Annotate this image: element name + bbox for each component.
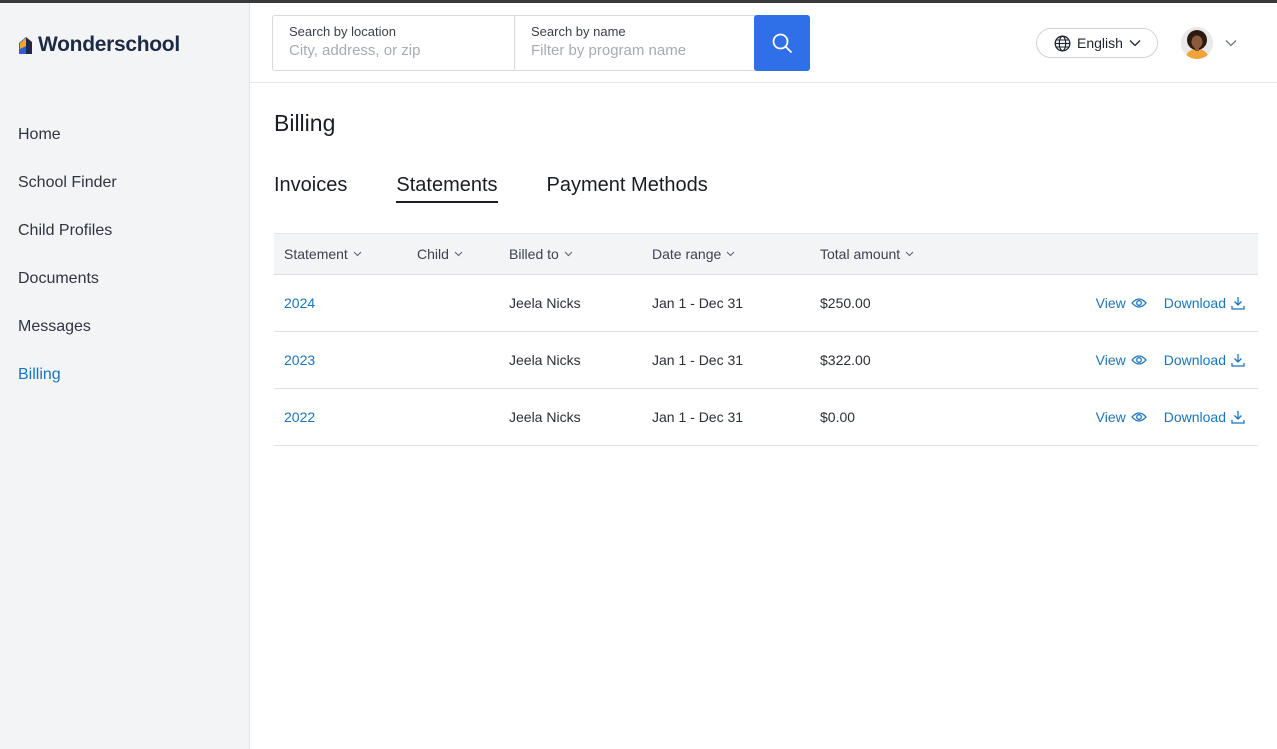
download-icon <box>1231 354 1245 367</box>
eye-icon <box>1130 355 1147 365</box>
statement-link[interactable]: 2024 <box>284 295 315 311</box>
avatar <box>1181 27 1213 59</box>
view-label: View <box>1095 295 1126 311</box>
sidebar-nav: Home School Finder Child Profiles Docume… <box>18 125 117 413</box>
view-label: View <box>1095 409 1126 425</box>
date-range-cell: Jan 1 - Dec 31 <box>652 295 744 311</box>
download-icon <box>1231 297 1245 310</box>
search-icon <box>772 33 792 53</box>
download-icon <box>1231 411 1245 424</box>
globe-icon <box>1054 35 1071 51</box>
top-header: Search by location Search by name Englis… <box>250 3 1277 83</box>
logo-text: Wonderschool <box>38 33 180 56</box>
language-label: English <box>1077 35 1123 51</box>
sidebar-item-child-profiles[interactable]: Child Profiles <box>18 221 117 269</box>
page-title: Billing <box>274 110 336 136</box>
chevron-down-icon <box>905 251 914 257</box>
download-label: Download <box>1163 409 1226 425</box>
download-button[interactable]: Download <box>1164 409 1245 425</box>
chevron-down-icon <box>1225 40 1237 47</box>
view-label: View <box>1095 352 1126 368</box>
sidebar: Wonderschool Home School Finder Child Pr… <box>0 3 250 749</box>
tab-invoices[interactable]: Invoices <box>274 173 347 203</box>
statement-link[interactable]: 2022 <box>284 409 315 425</box>
location-search: Search by location <box>273 16 514 70</box>
date-range-cell: Jan 1 - Dec 31 <box>652 352 744 368</box>
column-header-date-range[interactable]: Date range <box>652 246 820 262</box>
column-label: Date range <box>652 246 722 262</box>
name-search-input[interactable] <box>531 42 739 59</box>
chevron-down-icon <box>564 251 573 257</box>
table-row: 2024 Jeela Nicks Jan 1 - Dec 31 $250.00 … <box>274 275 1258 332</box>
name-search: Search by name <box>514 16 755 70</box>
column-header-statement[interactable]: Statement <box>274 246 417 262</box>
total-amount-cell: $250.00 <box>820 295 871 311</box>
location-search-label: Search by location <box>289 24 396 39</box>
column-header-billed-to[interactable]: Billed to <box>509 246 652 262</box>
table-header: Statement Child Billed to Date range Tot… <box>274 233 1258 275</box>
table-row: 2022 Jeela Nicks Jan 1 - Dec 31 $0.00 Vi… <box>274 389 1258 446</box>
billing-tabs: Invoices Statements Payment Methods <box>274 173 757 203</box>
statements-table: Statement Child Billed to Date range Tot… <box>274 233 1258 446</box>
download-button[interactable]: Download <box>1164 352 1245 368</box>
column-label: Billed to <box>509 246 559 262</box>
billed-to-cell: Jeela Nicks <box>509 295 581 311</box>
avatar-image <box>1181 27 1213 59</box>
sidebar-item-billing[interactable]: Billing <box>18 365 117 413</box>
sidebar-item-home[interactable]: Home <box>18 125 117 173</box>
eye-icon <box>1130 412 1147 422</box>
logo[interactable]: Wonderschool <box>18 33 180 57</box>
billed-to-cell: Jeela Nicks <box>509 409 581 425</box>
column-label: Child <box>417 246 449 262</box>
total-amount-cell: $0.00 <box>820 409 856 425</box>
table-row: 2023 Jeela Nicks Jan 1 - Dec 31 $322.00 … <box>274 332 1258 389</box>
chevron-down-icon <box>1129 40 1141 47</box>
sidebar-item-school-finder[interactable]: School Finder <box>18 173 117 221</box>
column-header-child[interactable]: Child <box>417 246 509 262</box>
name-search-label: Search by name <box>531 24 626 39</box>
chevron-down-icon <box>726 251 735 257</box>
search-button[interactable] <box>754 15 810 71</box>
chevron-down-icon <box>353 251 362 257</box>
search-bar: Search by location Search by name <box>272 15 810 71</box>
download-label: Download <box>1163 352 1226 368</box>
sidebar-item-documents[interactable]: Documents <box>18 269 117 317</box>
profile-menu[interactable] <box>1181 27 1237 59</box>
tab-statements[interactable]: Statements <box>396 173 498 203</box>
column-header-total-amount[interactable]: Total amount <box>820 246 970 262</box>
column-label: Statement <box>284 246 348 262</box>
date-range-cell: Jan 1 - Dec 31 <box>652 409 744 425</box>
view-button[interactable]: View <box>1096 295 1147 311</box>
logo-mark-icon <box>19 37 32 54</box>
billed-to-cell: Jeela Nicks <box>509 352 581 368</box>
location-search-input[interactable] <box>289 42 498 59</box>
view-button[interactable]: View <box>1096 352 1147 368</box>
tab-payment-methods[interactable]: Payment Methods <box>547 173 708 203</box>
download-button[interactable]: Download <box>1164 295 1245 311</box>
chevron-down-icon <box>454 251 463 257</box>
total-amount-cell: $322.00 <box>820 352 871 368</box>
language-selector[interactable]: English <box>1036 28 1158 58</box>
sidebar-item-messages[interactable]: Messages <box>18 317 117 365</box>
download-label: Download <box>1163 295 1226 311</box>
statement-link[interactable]: 2023 <box>284 352 315 368</box>
eye-icon <box>1130 298 1147 308</box>
column-label: Total amount <box>820 246 901 262</box>
view-button[interactable]: View <box>1096 409 1147 425</box>
